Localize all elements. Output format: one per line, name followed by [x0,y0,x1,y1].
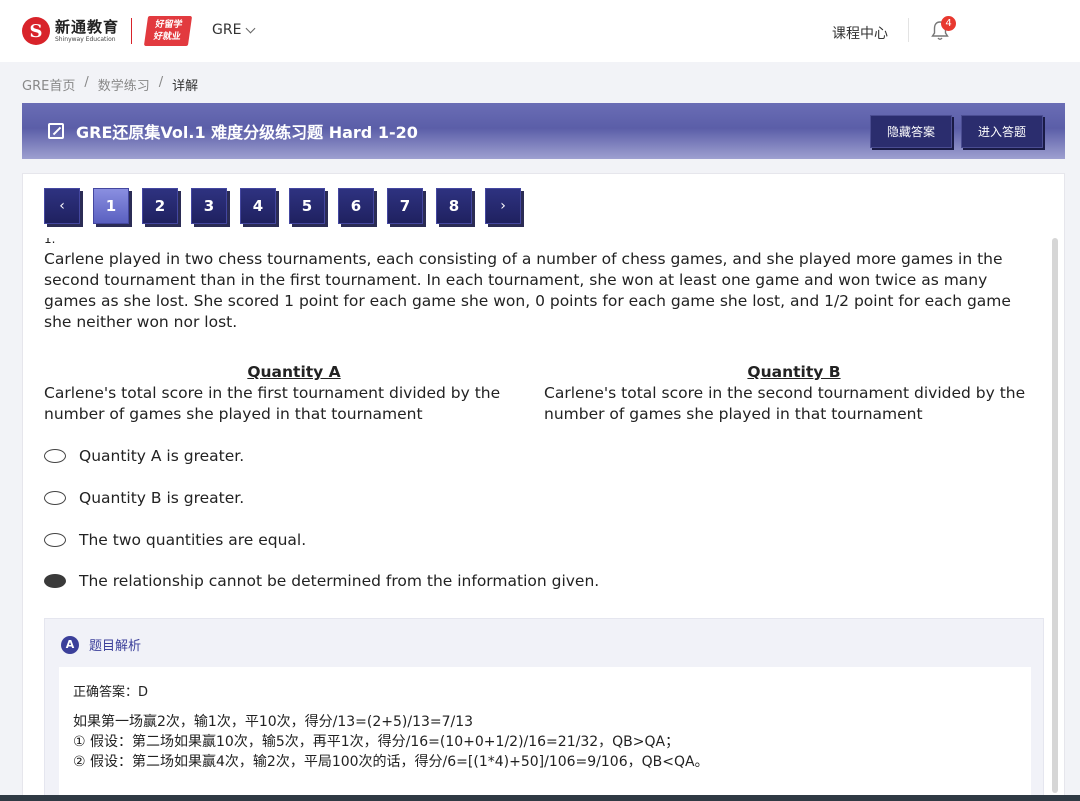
answer-option-c[interactable]: The two quantities are equal. [44,531,306,549]
question-stem: Carlene played in two chess tournaments,… [44,250,1011,331]
slogan-badge: 好留学 好就业 [143,16,193,46]
page-button-2[interactable]: 2 [142,188,178,224]
breadcrumb-gre-home[interactable]: GRE首页 [22,75,75,94]
logo-english-name: Shinyway Education [55,35,116,43]
page-button-3[interactable]: 3 [191,188,227,224]
quantity-b-text: Carlene's total score in the second tour… [544,384,1026,423]
question-number: 1. [44,238,56,246]
quantity-b-block: Quantity B Carlene's total score in the … [544,362,1044,425]
exam-menu-dropdown[interactable]: GRE [212,22,256,38]
breadcrumb-separator: / [158,75,164,90]
page-button-1[interactable]: 1 [93,188,129,224]
page-title: GRE还原集Vol.1 难度分级练习题 Hard 1-20 [76,123,418,142]
logo-text: 新通教育 Shinyway Education [55,17,120,44]
exam-menu-label: GRE [212,22,242,38]
option-label: The relationship cannot be determined fr… [79,572,600,590]
option-label: The two quantities are equal. [79,531,307,549]
analysis-line: ① 假设：第二场如果赢10次，输5次，再平1次，得分/16=(10+0+1/2)… [73,734,680,750]
prev-page-button[interactable]: ‹ [44,188,80,224]
page-button-8[interactable]: 8 [436,188,472,224]
notification-badge: 4 [941,16,956,31]
page-button-4[interactable]: 4 [240,188,276,224]
brand-logo[interactable]: S 新通教育 Shinyway Education 好留学 好就业 [22,16,193,46]
option-label: Quantity B is greater. [79,489,245,507]
answer-option-d[interactable]: The relationship cannot be determined fr… [44,572,599,590]
edit-icon [48,123,64,139]
chevron-down-icon [245,23,256,33]
analysis-badge-icon: A [61,635,79,654]
logo-divider [131,18,133,44]
slogan-line-1: 好留学 [154,20,184,30]
quantity-a-block: Quantity A Carlene's total score in the … [44,362,544,425]
analysis-title: 题目解析 [89,639,142,654]
question-card: ‹ 1 2 3 4 5 6 7 8 › 1. Carlene played in… [22,173,1065,801]
question-pager: ‹ 1 2 3 4 5 6 7 8 › [44,188,534,224]
content-scrollbar[interactable] [1052,238,1058,793]
breadcrumb-separator: / [84,75,89,90]
answer-option-a[interactable]: Quantity A is greater. [44,447,244,465]
breadcrumb: GRE首页 / 数学练习 / 详解 [22,75,198,94]
radio-button[interactable] [44,533,66,547]
answer-option-b[interactable]: Quantity B is greater. [44,489,244,507]
question-content[interactable]: 1. Carlene played in two chess tournamen… [44,238,1044,798]
analysis-header: A 题目解析 [61,635,141,654]
option-label: Quantity A is greater. [79,447,245,465]
breadcrumb-math-practice[interactable]: 数学练习 [98,75,150,94]
answer-analysis-panel: A 题目解析 正确答案：D 如果第一场赢2次，输1次，平10次，得分/13=(2… [44,618,1044,798]
logo-mark-icon: S [22,17,50,45]
quantity-b-heading: Quantity B [747,363,841,381]
exercise-title-bar: GRE还原集Vol.1 难度分级练习题 Hard 1-20 隐藏答案 进入答题 [22,103,1065,159]
next-page-button[interactable]: › [485,188,521,224]
breadcrumb-current: 详解 [172,79,199,94]
quantity-a-text: Carlene's total score in the first tourn… [44,384,501,423]
radio-button-selected[interactable] [44,574,66,588]
taskbar-strip [0,795,1080,801]
top-header: S 新通教育 Shinyway Education 好留学 好就业 GRE 课程… [0,0,1080,62]
page-button-6[interactable]: 6 [338,188,374,224]
logo-chinese-name: 新通教育 [55,17,120,36]
radio-button[interactable] [44,491,66,505]
page-button-5[interactable]: 5 [289,188,325,224]
analysis-line: ② 假设：第二场如果赢4次，输2次，平局100次的话，得分/6=[(1*4)+5… [73,754,709,770]
analysis-body: 正确答案：D 如果第一场赢2次，输1次，平10次，得分/13=(2+5)/13=… [59,667,1031,798]
correct-answer: 正确答案：D [73,685,149,700]
hide-answer-button[interactable]: 隐藏答案 [870,115,952,148]
page-button-7[interactable]: 7 [387,188,423,224]
header-divider [908,18,909,42]
enter-answer-button[interactable]: 进入答题 [961,115,1043,148]
slogan-line-2: 好就业 [152,32,182,42]
quantity-a-heading: Quantity A [247,363,341,381]
radio-button[interactable] [44,449,66,463]
analysis-line: 如果第一场赢2次，输1次，平10次，得分/13=(2+5)/13=7/13 [73,714,474,730]
course-center-link[interactable]: 课程中心 [832,23,888,43]
